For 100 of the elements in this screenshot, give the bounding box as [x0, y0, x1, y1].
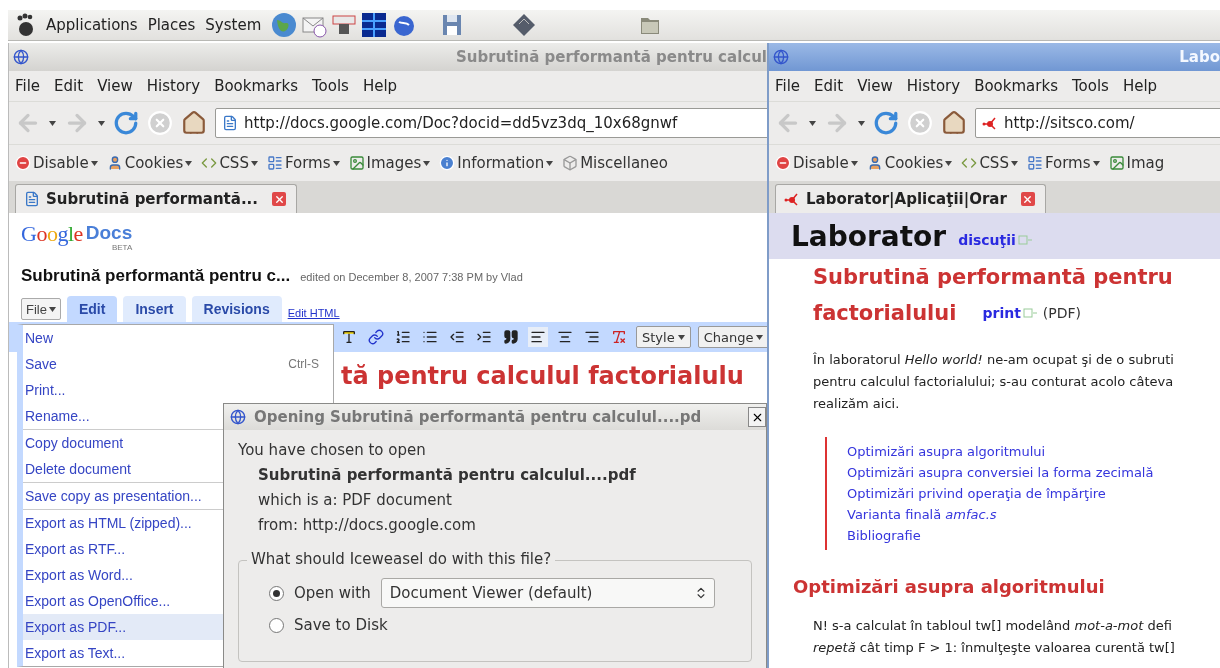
caret-icon [423, 160, 431, 166]
caret-icon [250, 160, 258, 166]
indent-icon[interactable] [476, 329, 492, 345]
diamond-icon[interactable] [511, 12, 538, 38]
toolbar-menu[interactable]: Disable [793, 154, 849, 172]
shortcut-label: Ctrl-S [288, 357, 319, 371]
menu-item[interactable]: Bookmarks [974, 77, 1058, 95]
editor-tab[interactable]: Revisions [191, 296, 282, 322]
contents-link[interactable]: Bibliografie [847, 525, 921, 546]
document-icon [222, 115, 238, 131]
menu-item[interactable]: View [857, 77, 893, 95]
toolbar-menu[interactable]: Forms [284, 154, 331, 172]
dropdown-icon [858, 120, 865, 126]
menu-item[interactable]: File [15, 77, 41, 95]
code-icon [201, 155, 218, 171]
document-heading: tă pentru calculul factorialulu [341, 362, 744, 390]
toolbar-menu[interactable]: CSS [219, 154, 249, 172]
toolbar-menu[interactable]: Miscellaneo [580, 154, 668, 172]
home-icon[interactable] [181, 110, 207, 136]
toolbar-menu[interactable]: Forms [1044, 154, 1091, 172]
dropdown-icon [809, 120, 816, 126]
caret-icon [185, 160, 193, 166]
article-heading: Subrutină performantă pentru [813, 265, 1173, 289]
contents-link[interactable]: Varianta finală amfac.s [847, 504, 997, 525]
edit-html-link[interactable]: Edit HTML [287, 307, 340, 319]
caret-icon [332, 160, 340, 166]
align-right-icon[interactable] [584, 329, 600, 345]
contents-link[interactable]: Optimizări asupra conversiei la forma zecimală [847, 462, 1154, 483]
radio-button[interactable] [269, 617, 284, 633]
menu-item[interactable]: Tools [1071, 77, 1109, 95]
dropdown-icon [49, 120, 56, 126]
menu-item[interactable]: File [775, 77, 801, 95]
align-left-icon[interactable] [530, 329, 546, 345]
numbered-list-icon[interactable] [395, 329, 411, 345]
image-icon [1108, 155, 1125, 171]
style-dropdown[interactable]: Style [636, 326, 691, 348]
toolbar-menu[interactable]: Imag [1126, 154, 1165, 172]
site-title: Laborator [791, 219, 947, 253]
menu-item[interactable]: Help [1122, 77, 1158, 95]
menu-item[interactable]: History [906, 77, 961, 95]
menu-item[interactable]: Help [362, 77, 398, 95]
caret-icon [1010, 160, 1018, 166]
bullet-list-icon[interactable] [422, 329, 438, 345]
caret-icon [850, 160, 858, 166]
grid-icon[interactable] [361, 12, 388, 38]
editor-tab[interactable]: Insert [123, 296, 186, 322]
toolbar-menu[interactable]: Disable [33, 154, 89, 172]
radio-button[interactable] [269, 585, 284, 601]
close-button[interactable] [748, 407, 766, 427]
dropdown-icon [98, 120, 105, 126]
file-menu-button[interactable]: File [21, 298, 61, 320]
print-link[interactable]: print [982, 305, 1037, 321]
contents-link[interactable]: Optimizări asupra algoritmului [847, 441, 1046, 462]
caret-icon [677, 334, 685, 340]
reload-icon[interactable] [873, 110, 899, 136]
reload-icon[interactable] [113, 110, 139, 136]
arrow-box-icon [1017, 235, 1032, 245]
window-title: Subrutină performantă pentru calcul [455, 48, 767, 66]
paragraph: N! s-a calculat în tabloul tw[] modelând mot-a-mot defi repetă cât timp F > 1: înmulţeşte valoarea curentă tw[] [813, 617, 1176, 657]
menu-item[interactable]: Edit [54, 77, 84, 95]
discussion-link[interactable]: discuţii [958, 232, 1032, 248]
browser-tab[interactable]: Laborator|Aplicaţii|Orar [775, 184, 1046, 213]
link-icon[interactable] [368, 329, 384, 345]
document-title: Subrutină performantă pentru c... [21, 266, 291, 286]
article-heading: factorialului [813, 301, 957, 325]
menu-item[interactable]: History [146, 77, 201, 95]
cube-icon [562, 155, 579, 171]
menu-item[interactable]: View [97, 77, 133, 95]
editor-tab[interactable]: Edit [66, 296, 118, 322]
toolbar-menu[interactable]: Images [366, 154, 422, 172]
application-select[interactable]: Document Viewer (default) [380, 578, 715, 608]
browser-tab[interactable]: Subrutină performantă... [15, 184, 297, 213]
toolbar-menu[interactable]: Cookies [884, 154, 944, 172]
molecule-icon [982, 115, 998, 131]
caret-icon [756, 334, 764, 340]
form-icon [1026, 155, 1043, 171]
document-icon [24, 191, 40, 207]
info-icon [439, 155, 456, 171]
contents-link[interactable]: Optimizări privind operaţia de împărţire [847, 483, 1106, 504]
menu-item[interactable]: Tools [311, 77, 349, 95]
toolbar-menu[interactable]: Cookies [124, 154, 184, 172]
url-field[interactable]: http://docs.google.com/Doc?docid=dd5vz3dq_10x68gnwf [215, 108, 767, 138]
align-center-icon[interactable] [557, 329, 573, 345]
toolbar-menu[interactable]: Information [457, 154, 545, 172]
close-icon [273, 193, 285, 205]
panel-menu[interactable]: Applications [46, 16, 138, 34]
home-icon[interactable] [941, 110, 967, 136]
panel-menu[interactable]: Places [147, 16, 196, 34]
url-field[interactable]: http://sitsco.com/ [975, 108, 1220, 138]
quote-icon[interactable] [503, 329, 519, 345]
menu-item[interactable]: Bookmarks [214, 77, 298, 95]
panel-menu[interactable]: System [205, 16, 262, 34]
clear-format-icon[interactable] [611, 329, 627, 345]
caret-icon [90, 160, 98, 166]
image-icon [348, 155, 365, 171]
style-dropdown[interactable]: Change [697, 326, 767, 348]
outdent-icon[interactable] [449, 329, 465, 345]
toolbar-menu[interactable]: CSS [979, 154, 1009, 172]
menu-item[interactable]: Edit [814, 77, 844, 95]
text-color-icon[interactable] [341, 329, 357, 345]
